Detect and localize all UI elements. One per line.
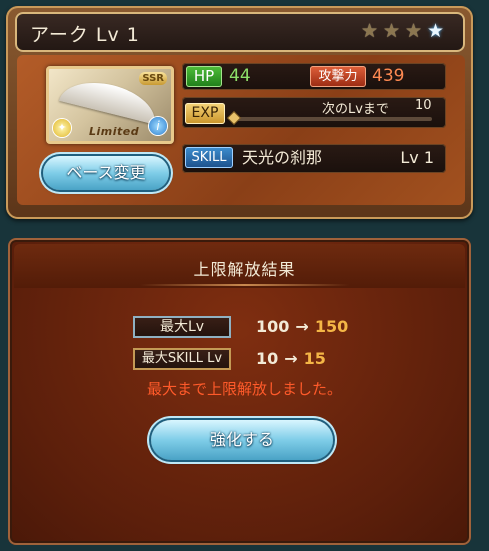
- arrow-icon: →: [284, 349, 298, 368]
- stat-row-exp: EXP 次のLvまで 10: [182, 97, 446, 128]
- weapon-card-image[interactable]: SSR ✦ Limited i: [46, 66, 174, 144]
- max-level-after: 150: [314, 317, 349, 336]
- star-unlocked-icon: ★: [426, 20, 445, 42]
- rank-stars: ★ ★ ★ ★: [360, 22, 445, 41]
- arrow-icon: →: [295, 317, 309, 336]
- attack-label: 攻撃力: [310, 66, 366, 87]
- title-divider: [140, 284, 349, 286]
- star-icon: ★: [404, 20, 423, 42]
- base-change-button[interactable]: ベース変更: [43, 156, 169, 190]
- exp-next-value: 10: [415, 98, 432, 113]
- star-icon: ★: [382, 20, 401, 42]
- stat-row-hp-atk: HP 44 攻撃力 439: [182, 63, 446, 90]
- stat-row-skill: SKILL 天光の刹那 Lv 1: [182, 144, 446, 173]
- skill-level: Lv 1: [400, 148, 434, 167]
- max-level-before: 100: [256, 317, 290, 336]
- rarity-badge: SSR: [139, 72, 167, 85]
- hp-value: 44: [229, 66, 251, 86]
- attack-value: 439: [372, 66, 405, 86]
- info-icon[interactable]: i: [149, 117, 167, 135]
- exp-progress-marker: [228, 112, 240, 124]
- max-skill-level-after: 15: [303, 349, 326, 368]
- skill-label: SKILL: [185, 147, 233, 168]
- exp-next-label: 次のLvまで: [322, 102, 389, 117]
- skill-name: 天光の刹那: [242, 148, 323, 167]
- max-skill-level-label: 最大SKILL Lv: [133, 348, 231, 370]
- star-icon: ★: [360, 20, 379, 42]
- max-skill-level-before: 10: [256, 349, 279, 368]
- light-element-icon: ✦: [53, 119, 71, 137]
- limited-label: Limited: [89, 125, 140, 138]
- max-uncap-message: 最大まで上限解放しました。: [146, 380, 342, 398]
- exp-progress-bar: [228, 112, 432, 124]
- max-level-label: 最大Lv: [133, 316, 231, 338]
- exp-label: EXP: [185, 103, 225, 124]
- max-level-change: 100 → 150: [256, 316, 348, 338]
- uncap-result-title: 上限解放結果: [193, 260, 296, 279]
- hp-label: HP: [186, 66, 222, 87]
- weapon-name-level: アーク Lv 1: [30, 24, 140, 46]
- max-skill-level-change: 10 → 15: [256, 348, 326, 370]
- enhance-button[interactable]: 強化する: [151, 420, 333, 460]
